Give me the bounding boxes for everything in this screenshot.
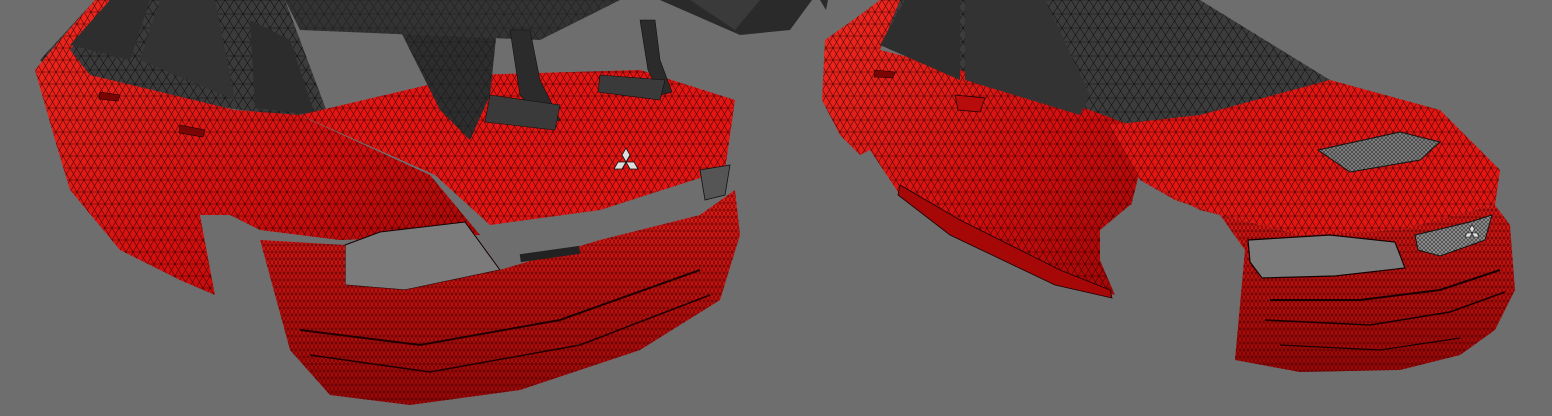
front-wheel-arch bbox=[1100, 200, 1245, 360]
front-view-car-body bbox=[822, 0, 1515, 372]
3d-viewport[interactable] bbox=[0, 0, 1552, 416]
wireframe-scene bbox=[35, 0, 1515, 405]
rear-view-car-body bbox=[35, 0, 828, 405]
side-mirror bbox=[954, 94, 986, 113]
